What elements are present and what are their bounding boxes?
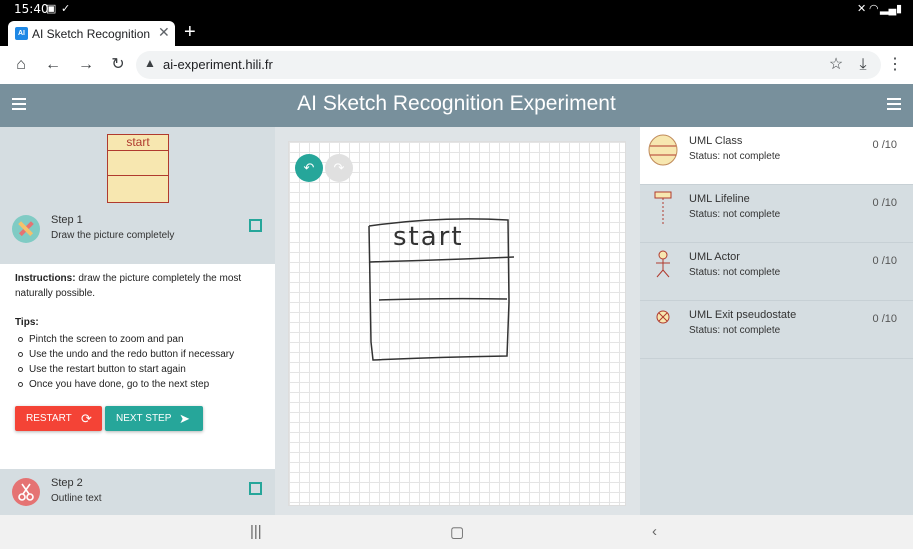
uml-item-exit-pseudostate[interactable]: UML Exit pseudostate Status: not complet… [640,301,913,359]
bookmark-star-icon[interactable]: ☆ [825,54,847,76]
new-tab-icon[interactable]: + [184,20,196,44]
mute-icon: ✕ [857,3,867,15]
browser-tab[interactable]: AI AI Sketch Recognition Experiment ✕ [8,21,175,46]
gallery-icon: ▣ [46,3,57,15]
instructions: Instructions: draw the picture completel… [15,271,265,301]
uml-lifeline-icon [648,191,678,225]
home-icon[interactable]: ⌂ [10,54,32,76]
uml-item-count: 0 /10 [872,139,897,151]
menu-dots-icon[interactable]: ⋮ [884,54,906,76]
battery-icon: ▮ [896,3,903,15]
uml-elements-panel: UML Class Status: not complete 0 /10 UML… [640,127,913,515]
reload-icon[interactable]: ↻ [107,54,129,76]
send-icon: ➤ [179,411,190,426]
step-2-subtitle: Outline text [51,493,102,504]
uml-item-status: Status: not complete [689,267,781,278]
tab-title: AI Sketch Recognition Experiment [32,27,154,41]
tips-list: Pintch the screen to zoom and pan Use th… [15,332,270,392]
status-bar: 15:40 ▣ ✓ ✕ ◠ ▂▄ ▮ [0,0,913,18]
uml-item-count: 0 /10 [872,197,897,209]
sketch-text: start [393,222,464,252]
restart-button[interactable]: RESTART ⟳ [15,406,102,431]
uml-item-name: UML Exit pseudostate [689,309,797,321]
step-2-row[interactable]: Step 2 Outline text [0,469,275,515]
wifi-icon: ◠ [869,3,879,15]
url-text: ai-experiment.hili.fr [163,57,273,72]
uml-item-lifeline[interactable]: UML Lifeline Status: not complete 0 /10 [640,185,913,243]
back-icon[interactable]: ← [42,54,64,76]
tab-strip: AI AI Sketch Recognition Experiment ✕ + [0,18,913,46]
favicon-icon: AI [15,27,28,40]
refresh-icon: ⟳ [81,411,92,426]
uml-actor-icon [648,249,678,283]
uml-item-actor[interactable]: UML Actor Status: not complete 0 /10 [640,243,913,301]
uml-exit-icon [648,307,678,341]
step-1-checkbox[interactable] [249,219,262,232]
preview-class-name: start [108,135,168,151]
uml-item-status: Status: not complete [689,151,781,162]
step-1-row[interactable]: Step 1 Draw the picture completely [0,206,275,264]
download-icon[interactable]: ⤓ [852,54,874,76]
tip-item: Use the undo and the redo button if nece… [15,347,270,362]
uml-class-icon [648,133,678,167]
restart-label: RESTART [26,413,72,424]
uml-item-status: Status: not complete [689,209,781,220]
sketch-canvas[interactable]: ↶ ↷ start [288,141,626,506]
uml-item-class[interactable]: UML Class Status: not complete 0 /10 [640,127,913,185]
step-1-subtitle: Draw the picture completely [51,230,175,241]
browser-toolbar: ⌂ ← → ↻ ▲ ai-experiment.hili.fr ☆ ⤓ ⋮ [0,46,913,84]
status-time: 15:40 [14,2,49,16]
target-preview: start [0,127,275,206]
check-icon: ✓ [61,3,71,15]
home-nav-icon[interactable]: ▢ [450,523,464,541]
step-2-checkbox[interactable] [249,482,262,495]
uml-item-name: UML Class [689,135,743,147]
system-nav-bar: ||| ▢ ‹ [0,515,913,549]
close-tab-icon[interactable]: ✕ [158,24,170,41]
step-1-title: Step 1 [51,214,83,226]
next-step-label: NEXT STEP [116,413,172,424]
address-bar[interactable]: ▲ ai-experiment.hili.fr [136,51,881,79]
tip-item: Use the restart button to start again [15,362,270,377]
warning-icon[interactable]: ▲ [144,56,156,70]
recent-apps-icon[interactable]: ||| [250,523,262,540]
tips-title: Tips: [15,317,39,328]
tip-item: Pintch the screen to zoom and pan [15,332,270,347]
uml-item-count: 0 /10 [872,313,897,325]
preview-attributes [108,151,168,176]
instructions-label: Instructions: [15,273,76,284]
uml-item-name: UML Actor [689,251,740,263]
right-menu-icon[interactable] [887,98,901,110]
scissors-icon [12,478,40,506]
app-title: AI Sketch Recognition Experiment [297,92,616,115]
uml-item-name: UML Lifeline [689,193,750,205]
uml-item-status: Status: not complete [689,325,781,336]
back-nav-icon[interactable]: ‹ [652,523,657,540]
steps-panel: start Step 1 Draw the picture completely… [0,127,275,515]
pencil-ruler-icon [12,215,40,243]
forward-icon[interactable]: → [75,54,97,76]
signal-icon: ▂▄ [880,3,897,15]
step-2-title: Step 2 [51,477,83,489]
preview-uml-class: start [107,134,169,203]
app-header: AI Sketch Recognition Experiment [0,84,913,127]
tip-item: Once you have done, go to the next step [15,377,270,392]
drawing-area: ↶ ↷ start [275,127,640,515]
next-step-button[interactable]: NEXT STEP ➤ [105,406,203,431]
sketch-strokes [368,218,515,361]
uml-item-count: 0 /10 [872,255,897,267]
